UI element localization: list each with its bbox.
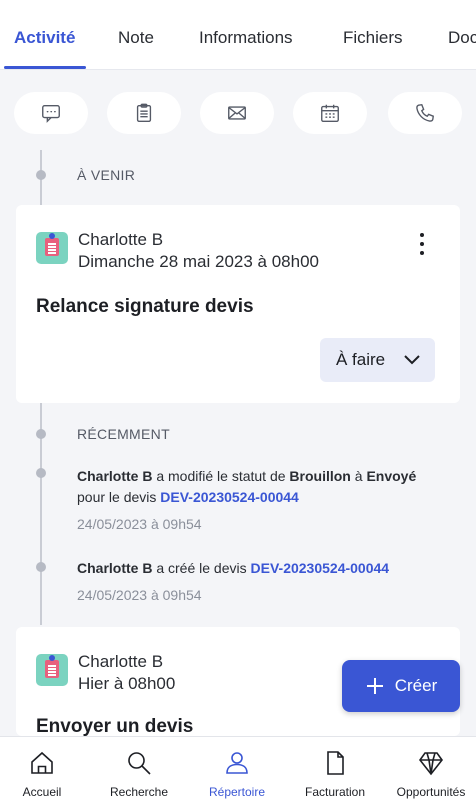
task-card-upcoming[interactable]: Charlotte B Dimanche 28 mai 2023 à 08h00… (16, 205, 460, 403)
document-icon (45, 238, 59, 256)
tab-informations[interactable]: Informations (199, 28, 293, 48)
call-button[interactable] (388, 92, 462, 134)
nav-recherche[interactable]: Recherche (100, 737, 178, 806)
clipboard-icon (136, 103, 152, 122)
bottom-navigation: Accueil Recherche Répertoire Facturation… (0, 736, 476, 806)
task-avatar (36, 654, 68, 686)
tab-activite[interactable]: Activité (14, 28, 75, 48)
task-due-date: Hier à 08h00 (78, 674, 176, 693)
task-status-select[interactable]: À faire (320, 338, 436, 382)
section-label-upcoming: À VENIR (77, 167, 136, 183)
send-email-button[interactable] (200, 92, 274, 134)
search-icon (128, 752, 151, 775)
document-icon (45, 660, 59, 678)
nav-opportunites[interactable]: Opportunités (386, 737, 476, 806)
section-label-recent: RÉCEMMENT (77, 426, 170, 442)
timeline-dot (36, 562, 46, 572)
tab-note[interactable]: Note (118, 28, 154, 48)
activity-timestamp: 24/05/2023 à 09h54 (77, 516, 202, 532)
add-task-button[interactable] (107, 92, 181, 134)
tab-bar: Activité Note Informations Fichiers Doc (0, 0, 476, 70)
timeline-dot (36, 468, 46, 478)
task-owner: Charlotte B (78, 652, 164, 671)
nav-facturation[interactable]: Facturation (293, 737, 377, 806)
task-avatar (36, 232, 68, 264)
phone-icon (416, 103, 435, 122)
tab-active-indicator (4, 66, 86, 69)
tab-documents[interactable]: Doc (448, 28, 476, 48)
quote-link[interactable]: DEV-20230524-00044 (160, 489, 299, 505)
add-note-button[interactable] (14, 92, 88, 134)
chat-icon (42, 104, 60, 123)
activity-event: Charlotte B a créé le devis DEV-20230524… (77, 560, 390, 576)
calendar-icon (321, 104, 339, 122)
plus-icon (366, 678, 383, 694)
task-due-date: Dimanche 28 mai 2023 à 08h00 (78, 252, 319, 271)
task-status-value: À faire (336, 350, 386, 369)
timeline-dot (36, 429, 46, 439)
chevron-down-icon (404, 355, 420, 365)
document-icon (327, 751, 344, 775)
contacts-icon (226, 752, 248, 774)
activity-event: Charlotte B a modifié le statut de Broui… (77, 468, 417, 505)
task-owner: Charlotte B (78, 230, 164, 249)
create-button[interactable]: Créer (342, 660, 460, 712)
nav-accueil[interactable]: Accueil (8, 737, 76, 806)
task-title: Envoyer un devis (36, 716, 194, 737)
nav-repertoire[interactable]: Répertoire (196, 737, 278, 806)
more-options-icon[interactable] (417, 233, 427, 255)
activity-timestamp: 24/05/2023 à 09h54 (77, 587, 202, 603)
timeline-dot (36, 170, 46, 180)
home-icon (31, 751, 53, 774)
create-button-label: Créer (394, 676, 438, 695)
schedule-event-button[interactable] (293, 92, 367, 134)
mail-icon (228, 106, 246, 120)
diamond-icon (419, 752, 443, 776)
quote-link[interactable]: DEV-20230524-00044 (251, 560, 390, 576)
tab-fichiers[interactable]: Fichiers (343, 28, 403, 48)
task-title: Relance signature devis (36, 296, 254, 317)
